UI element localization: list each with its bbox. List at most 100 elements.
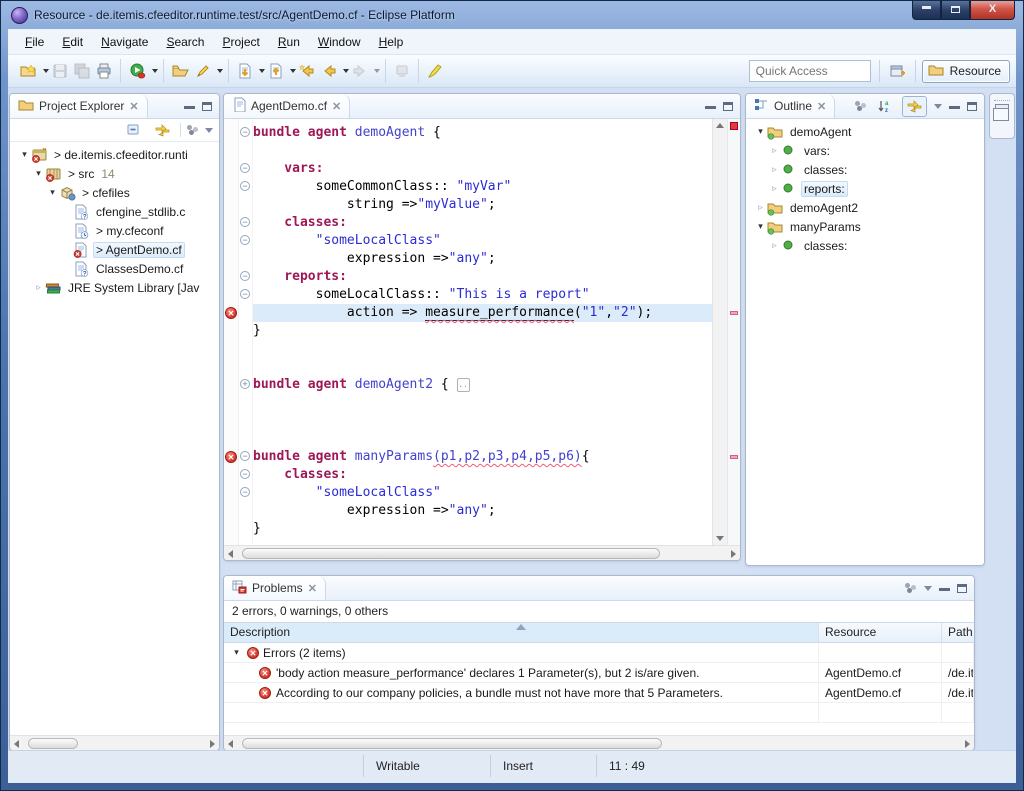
code-line-11[interactable]: action => measure_performance("1","2"); bbox=[253, 304, 712, 322]
code-line-21[interactable]: "someLocalClass" bbox=[253, 484, 712, 502]
code-line-22[interactable]: expression =>"any"; bbox=[253, 502, 712, 520]
link-with-editor-button[interactable] bbox=[151, 121, 174, 140]
forward-button[interactable] bbox=[349, 61, 371, 81]
view-menu-arrow-icon[interactable] bbox=[924, 586, 932, 591]
outline-item-classes[interactable]: ▹classes: bbox=[750, 236, 984, 255]
menu-navigate[interactable]: Navigate bbox=[92, 32, 157, 52]
code-line-10[interactable]: someLocalClass:: "This is a report" bbox=[253, 286, 712, 304]
outline-item-classes[interactable]: ▹classes: bbox=[750, 160, 984, 179]
minimize-view-icon[interactable] bbox=[184, 104, 195, 109]
sort-az-button[interactable]: az bbox=[874, 97, 895, 116]
fold-collapse-icon[interactable]: − bbox=[240, 127, 250, 137]
editor-vscrollbar[interactable] bbox=[712, 119, 727, 545]
chevron-down-icon[interactable] bbox=[374, 69, 380, 73]
outline-item-manyparams[interactable]: ▾manyParams bbox=[750, 217, 984, 236]
expand-arrow-icon[interactable]: ▹ bbox=[768, 183, 781, 194]
code-line-9[interactable]: reports: bbox=[253, 268, 712, 286]
project-item-agentdemo-cf[interactable]: > AgentDemo.cf bbox=[14, 240, 219, 259]
code-line-20[interactable]: classes: bbox=[253, 466, 712, 484]
fold-collapse-icon[interactable]: − bbox=[240, 181, 250, 191]
column-resource[interactable]: Resource bbox=[819, 623, 942, 642]
code-line-6[interactable]: classes: bbox=[253, 214, 712, 232]
code-line-19[interactable]: bundle agent manyParams(p1,p2,p3,p4,p5,p… bbox=[253, 448, 712, 466]
maximize-view-icon[interactable] bbox=[723, 102, 733, 111]
outline-item-reports[interactable]: ▹reports: bbox=[750, 179, 984, 198]
editor-folding-ruler[interactable]: −−−−−−−+−−− bbox=[239, 119, 253, 545]
problems-group-errors[interactable]: ▾✕Errors (2 items) bbox=[224, 643, 974, 663]
problem-row[interactable]: ✕According to our company policies, a bu… bbox=[224, 683, 974, 703]
last-edit-button[interactable] bbox=[296, 61, 318, 81]
close-icon[interactable]: ✕ bbox=[308, 582, 317, 595]
tab-outline[interactable]: Outline ✕ bbox=[746, 94, 835, 118]
project-item-de-itemis-cfeeditor-runti[interactable]: ▾> de.itemis.cfeeditor.runti bbox=[14, 145, 219, 164]
code-line-14[interactable] bbox=[253, 358, 712, 376]
restore-view-icon[interactable] bbox=[995, 104, 1009, 115]
tab-agentdemo[interactable]: AgentDemo.cf ✕ bbox=[224, 94, 350, 118]
code-line-17[interactable] bbox=[253, 412, 712, 430]
close-button[interactable]: X bbox=[970, 1, 1015, 20]
save-all-button[interactable] bbox=[71, 61, 93, 81]
minimize-view-icon[interactable] bbox=[949, 104, 960, 109]
fold-expand-icon[interactable]: + bbox=[240, 379, 250, 389]
tab-problems[interactable]: Problems ✕ bbox=[224, 576, 326, 600]
maximize-button[interactable] bbox=[941, 1, 970, 20]
code-line-1[interactable]: bundle agent demoAgent { bbox=[253, 124, 712, 142]
next-annotation-button[interactable] bbox=[234, 61, 256, 81]
minimize-view-icon[interactable] bbox=[939, 586, 950, 591]
new-wizard-button[interactable] bbox=[17, 61, 40, 81]
expand-arrow-icon[interactable]: ▹ bbox=[768, 240, 781, 251]
outline-item-demoagent[interactable]: ▾demoAgent bbox=[750, 122, 984, 141]
outline-item-vars[interactable]: ▹vars: bbox=[750, 141, 984, 160]
menu-window[interactable]: Window bbox=[309, 32, 370, 52]
project-item-jre-system-library-jav[interactable]: ▹JRE System Library [Jav bbox=[14, 278, 219, 297]
project-item-classesdemo-cf[interactable]: ?ClassesDemo.cf bbox=[14, 259, 219, 278]
fold-collapse-icon[interactable]: − bbox=[240, 217, 250, 227]
project-item-src[interactable]: ▾> src14 bbox=[14, 164, 219, 183]
code-line-7[interactable]: "someLocalClass" bbox=[253, 232, 712, 250]
fold-collapse-icon[interactable]: − bbox=[240, 289, 250, 299]
overview-error-mark[interactable] bbox=[730, 455, 738, 459]
overview-error-indicator[interactable] bbox=[730, 122, 738, 130]
prev-annotation-button[interactable] bbox=[265, 61, 287, 81]
code-line-4[interactable]: someCommonClass:: "myVar" bbox=[253, 178, 712, 196]
collapse-arrow-icon[interactable]: ▾ bbox=[230, 647, 243, 658]
project-explorer-hscrollbar[interactable] bbox=[10, 735, 219, 750]
editor-text-area[interactable]: bundle agent demoAgent { vars: someCommo… bbox=[253, 119, 712, 545]
editor-hscrollbar[interactable] bbox=[224, 545, 740, 560]
code-line-16[interactable] bbox=[253, 394, 712, 412]
fold-collapse-icon[interactable]: − bbox=[240, 469, 250, 479]
link-with-editor-button[interactable] bbox=[902, 96, 927, 117]
close-icon[interactable]: ✕ bbox=[129, 100, 138, 113]
maximize-view-icon[interactable] bbox=[202, 102, 212, 111]
outline-item-demoagent2[interactable]: ▹demoAgent2 bbox=[750, 198, 984, 217]
fold-collapse-icon[interactable]: − bbox=[240, 487, 250, 497]
problems-hscrollbar[interactable] bbox=[224, 735, 974, 750]
code-line-8[interactable]: expression =>"any"; bbox=[253, 250, 712, 268]
close-icon[interactable]: ✕ bbox=[817, 100, 826, 113]
expand-arrow-icon[interactable]: ▹ bbox=[768, 164, 781, 175]
code-line-13[interactable] bbox=[253, 340, 712, 358]
maximize-view-icon[interactable] bbox=[957, 584, 967, 593]
error-marker-icon[interactable]: ✕ bbox=[225, 451, 237, 463]
print-button[interactable] bbox=[93, 61, 115, 81]
chevron-down-icon[interactable] bbox=[217, 69, 223, 73]
marker-button[interactable] bbox=[424, 61, 446, 81]
maximize-view-icon[interactable] bbox=[967, 102, 977, 111]
menu-file[interactable]: File bbox=[16, 32, 53, 52]
collapse-arrow-icon[interactable]: ▾ bbox=[32, 168, 45, 179]
collapse-all-button[interactable] bbox=[123, 121, 145, 139]
project-item-cfefiles[interactable]: ▾> cfefiles bbox=[14, 183, 219, 202]
code-line-23[interactable]: } bbox=[253, 520, 712, 538]
code-line-12[interactable]: } bbox=[253, 322, 712, 340]
code-line-2[interactable] bbox=[253, 142, 712, 160]
view-menu-arrow-icon[interactable] bbox=[934, 104, 942, 109]
tab-project-explorer[interactable]: Project Explorer ✕ bbox=[10, 94, 148, 118]
project-item-my-cfeconf[interactable]: > my.cfeconf bbox=[14, 221, 219, 240]
minimized-view-bar[interactable] bbox=[989, 93, 1015, 139]
menu-help[interactable]: Help bbox=[370, 32, 413, 52]
fold-collapse-icon[interactable]: − bbox=[240, 163, 250, 173]
chevron-down-icon[interactable] bbox=[152, 69, 158, 73]
pin-button[interactable] bbox=[391, 61, 413, 81]
quick-access-input[interactable] bbox=[749, 60, 871, 82]
error-marker-icon[interactable]: ✕ bbox=[225, 307, 237, 319]
